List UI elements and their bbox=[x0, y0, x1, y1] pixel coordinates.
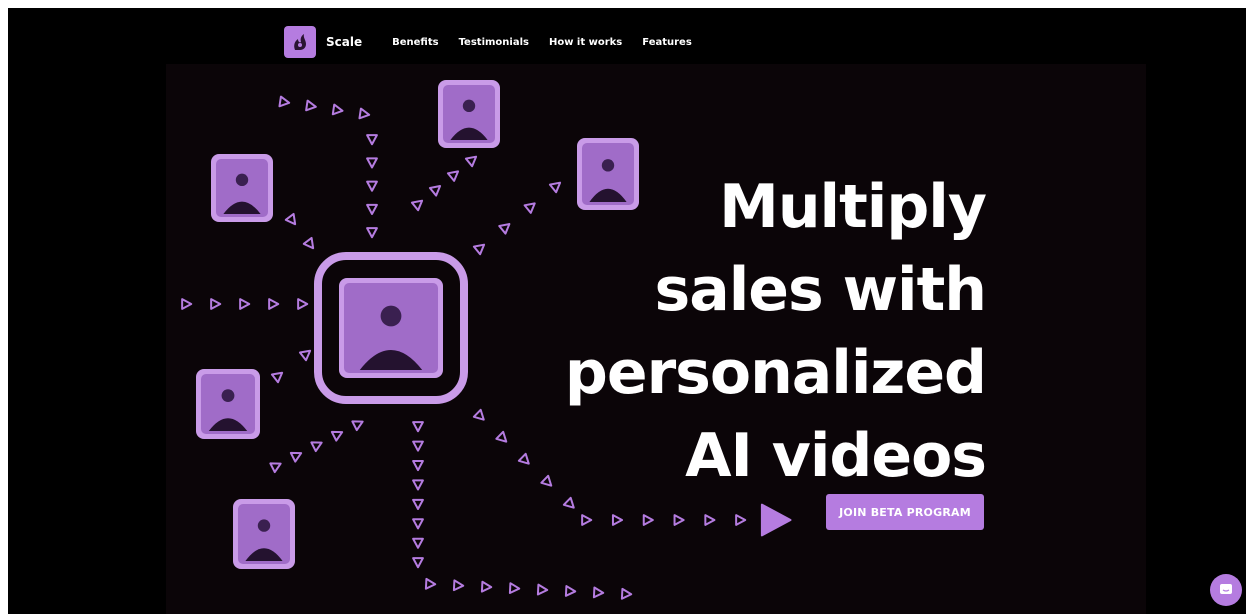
play-arrow-icon bbox=[358, 107, 371, 120]
presenter-video-icon bbox=[438, 80, 500, 148]
play-arrow-icon bbox=[239, 298, 251, 310]
brand-name[interactable]: Scale bbox=[326, 35, 362, 49]
page-frame: Scale Benefits Testimonials How it works… bbox=[8, 8, 1246, 614]
play-arrow-icon bbox=[305, 99, 317, 112]
presenter-video-icon bbox=[196, 369, 260, 439]
play-arrow-icon bbox=[412, 557, 424, 569]
play-arrow-icon bbox=[297, 298, 309, 310]
play-arrow-icon bbox=[268, 298, 280, 310]
play-arrow-icon bbox=[760, 503, 792, 537]
play-arrow-icon bbox=[562, 496, 575, 509]
play-arrow-icon bbox=[366, 157, 378, 169]
hero-section: Multiply sales with personalized AI vide… bbox=[166, 64, 1146, 614]
play-arrow-icon bbox=[452, 579, 465, 592]
play-arrow-icon bbox=[735, 514, 747, 526]
presenter-video-icon bbox=[339, 278, 443, 378]
play-arrow-icon bbox=[536, 583, 549, 596]
play-arrow-icon bbox=[278, 95, 291, 108]
play-arrow-icon bbox=[331, 103, 344, 116]
headline-line-2: sales with bbox=[654, 255, 987, 326]
play-arrow-icon bbox=[351, 420, 364, 432]
headline-line-4: AI videos bbox=[685, 421, 987, 492]
play-arrow-icon bbox=[410, 199, 424, 212]
scale-logo-icon[interactable] bbox=[284, 26, 316, 58]
play-arrow-icon bbox=[480, 580, 493, 593]
play-arrow-icon bbox=[412, 440, 424, 452]
play-arrow-icon bbox=[284, 212, 297, 226]
play-arrow-icon bbox=[366, 203, 378, 215]
chat-widget-button[interactable] bbox=[1210, 574, 1242, 606]
play-arrow-icon bbox=[181, 298, 193, 310]
play-arrow-icon bbox=[508, 582, 521, 594]
nav-link-testimonials[interactable]: Testimonials bbox=[459, 37, 529, 48]
play-arrow-icon bbox=[302, 236, 315, 250]
top-nav: Scale Benefits Testimonials How it works… bbox=[284, 24, 712, 60]
play-arrow-icon bbox=[289, 451, 303, 463]
play-arrow-icon bbox=[310, 441, 323, 453]
join-beta-button[interactable]: JOIN BETA PROGRAM bbox=[826, 494, 984, 530]
play-arrow-icon bbox=[581, 514, 593, 526]
play-arrow-icon bbox=[704, 514, 716, 526]
play-arrow-icon bbox=[270, 371, 284, 384]
play-arrow-icon bbox=[620, 587, 633, 600]
flame-head-logo-icon bbox=[294, 34, 306, 50]
chat-bubble-icon bbox=[1220, 584, 1232, 594]
headline-line-3: personalized bbox=[564, 338, 987, 409]
headline-line-1: Multiply bbox=[719, 172, 987, 243]
play-arrow-icon bbox=[611, 514, 624, 526]
play-arrow-icon bbox=[412, 518, 424, 530]
nav-link-features[interactable]: Features bbox=[642, 37, 692, 48]
presenter-video-icon bbox=[211, 154, 273, 222]
presenter-video-icon bbox=[233, 499, 295, 569]
play-arrow-icon bbox=[412, 479, 424, 491]
play-arrow-icon bbox=[269, 462, 282, 474]
play-arrow-icon bbox=[298, 349, 312, 362]
play-arrow-icon bbox=[412, 460, 424, 472]
play-arrow-icon bbox=[366, 227, 378, 239]
play-arrow-icon bbox=[673, 514, 685, 526]
play-arrow-icon bbox=[412, 421, 424, 433]
play-arrow-icon bbox=[642, 514, 654, 526]
play-arrow-icon bbox=[366, 134, 378, 146]
nav-link-how-it-works[interactable]: How it works bbox=[549, 37, 622, 48]
play-arrow-icon bbox=[366, 180, 378, 192]
nav-link-benefits[interactable]: Benefits bbox=[392, 37, 438, 48]
play-arrow-icon bbox=[424, 577, 437, 590]
play-arrow-icon bbox=[592, 586, 605, 599]
play-arrow-icon bbox=[330, 430, 344, 442]
hero-headline: Multiply sales with personalized AI vide… bbox=[466, 166, 987, 498]
play-arrow-icon bbox=[464, 155, 478, 168]
play-arrow-icon bbox=[412, 498, 424, 510]
play-arrow-icon bbox=[428, 185, 442, 197]
play-arrow-icon bbox=[446, 170, 460, 182]
play-arrow-icon bbox=[210, 298, 222, 310]
play-arrow-icon bbox=[564, 585, 577, 597]
play-arrow-icon bbox=[412, 537, 424, 549]
